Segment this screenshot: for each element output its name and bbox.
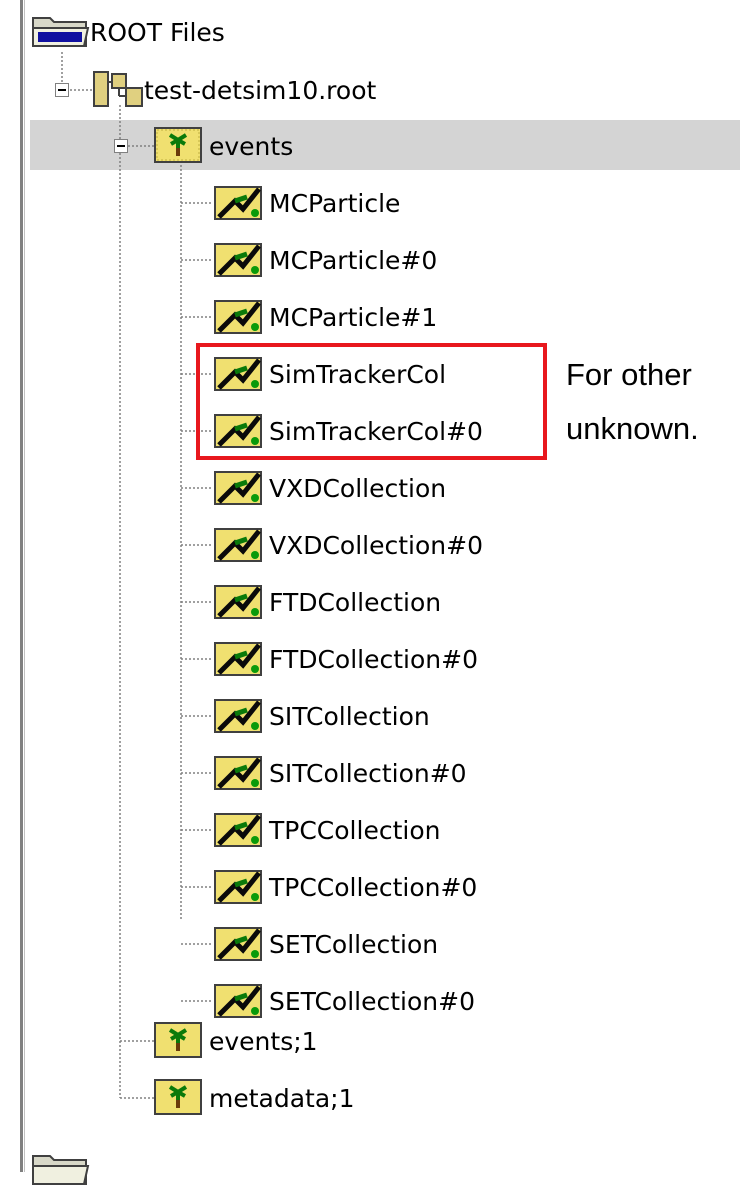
tree-branch-label: FTDCollection#0 [269,644,478,674]
tree-branch-node[interactable]: SITCollection [213,696,430,736]
leaf-branch-icon [213,637,267,681]
tree-branch-node[interactable]: MCParticle#1 [213,297,437,337]
tree-branch-node[interactable]: FTDCollection#0 [213,639,478,679]
leaf-branch-icon [213,922,267,966]
annotation-line-1: For other [566,357,692,392]
leaf-branch-icon [213,865,267,909]
leaf-branch-icon [213,181,267,225]
collapse-events-toggle[interactable] [114,139,128,153]
leaf-branch-icon [213,523,267,567]
tree-branch-node[interactable]: FTDCollection [213,582,441,622]
tree-branch-label: SETCollection#0 [269,986,475,1016]
tree-branch-node[interactable]: VXDCollection#0 [213,525,483,565]
leaf-branch-icon [213,694,267,738]
tree-branch-label: MCParticle#1 [269,302,438,332]
tree-branch-label: SETCollection [269,929,439,959]
tree-branch-label: MCParticle#0 [269,245,438,275]
tree-branch-label: VXDCollection [269,473,447,503]
tree-branch-node[interactable]: VXDCollection [213,468,446,508]
tree-partial-node[interactable] [30,1150,94,1190]
tree-events-label: events [209,131,294,161]
tree-branch-node[interactable]: SETCollection [213,924,438,964]
tree-events-node[interactable]: events [153,126,293,166]
leaf-branch-icon [213,580,267,624]
tree-icon [153,1019,205,1063]
tree-branch-node[interactable]: SETCollection#0 [213,981,475,1021]
tree-branch-node[interactable]: MCParticle [213,183,400,223]
tree-icon [153,124,205,168]
tree-file-label: test-detsim10.root [144,75,377,105]
tree-icon [153,1076,205,1120]
tree-branch-node[interactable]: TPCCollection [213,810,440,850]
annotation-text: For other unknown. [566,348,740,456]
tree-branch-label: SITCollection#0 [269,758,467,788]
tree-root-node[interactable]: ROOT Files [30,12,225,52]
tree-branch-label: SITCollection [269,701,430,731]
annotation-line-2: unknown. [566,411,699,446]
tree-key-node[interactable]: metadata;1 [153,1078,355,1118]
tree-root-label: ROOT Files [90,17,225,47]
leaf-branch-icon [213,808,267,852]
tree-key-label: events;1 [209,1026,318,1056]
tree-branch-label: TPCCollection#0 [269,872,478,902]
tree-key-label: metadata;1 [209,1083,355,1113]
tree-file-node[interactable]: test-detsim10.root [92,70,376,110]
tree-key-node[interactable]: events;1 [153,1021,318,1061]
tree-branch-label: TPCCollection [269,815,441,845]
leaf-branch-icon [213,979,267,1023]
tree-branch-node[interactable]: MCParticle#0 [213,240,437,280]
highlight-box [196,343,547,460]
folder-icon [30,1148,90,1192]
tree-branch-node[interactable]: SITCollection#0 [213,753,467,793]
leaf-branch-icon [213,238,267,282]
tree-branch-node[interactable]: TPCCollection#0 [213,867,477,907]
tree-branch-label: VXDCollection#0 [269,530,483,560]
leaf-branch-icon [213,295,267,339]
collapse-file-toggle[interactable] [55,83,69,97]
leaf-branch-icon [213,751,267,795]
tree-branch-label: MCParticle [269,188,401,218]
folder-icon [30,10,90,54]
leaf-branch-icon [213,466,267,510]
tree-branch-label: FTDCollection [269,587,442,617]
